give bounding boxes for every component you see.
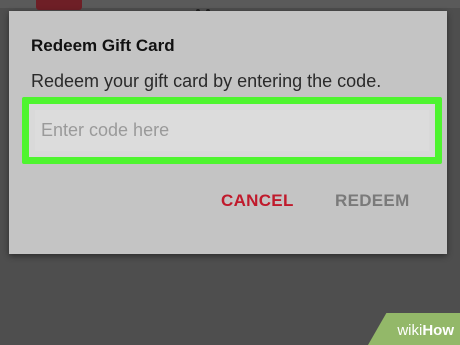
dialog-title: Redeem Gift Card bbox=[31, 36, 175, 55]
redeem-button[interactable]: REDEEM bbox=[329, 187, 416, 215]
wikihow-logo-suffix: How bbox=[422, 322, 454, 339]
background-ellipsis-icon bbox=[196, 0, 216, 13]
dialog-message: Redeem your gift card by entering the co… bbox=[31, 71, 382, 91]
wikihow-logo-prefix: wiki bbox=[397, 322, 423, 339]
redeem-dialog: Redeem Gift Card Redeem your gift card b… bbox=[9, 11, 447, 254]
app-icon bbox=[36, 0, 82, 10]
background-app bbox=[0, 0, 460, 13]
wikihow-logo: wikiHow bbox=[397, 322, 454, 339]
screen: Redeem Gift Card Redeem your gift card b… bbox=[0, 0, 460, 345]
cancel-button[interactable]: CANCEL bbox=[215, 187, 300, 215]
gift-code-input[interactable] bbox=[35, 110, 429, 151]
code-field-highlight bbox=[22, 97, 442, 164]
